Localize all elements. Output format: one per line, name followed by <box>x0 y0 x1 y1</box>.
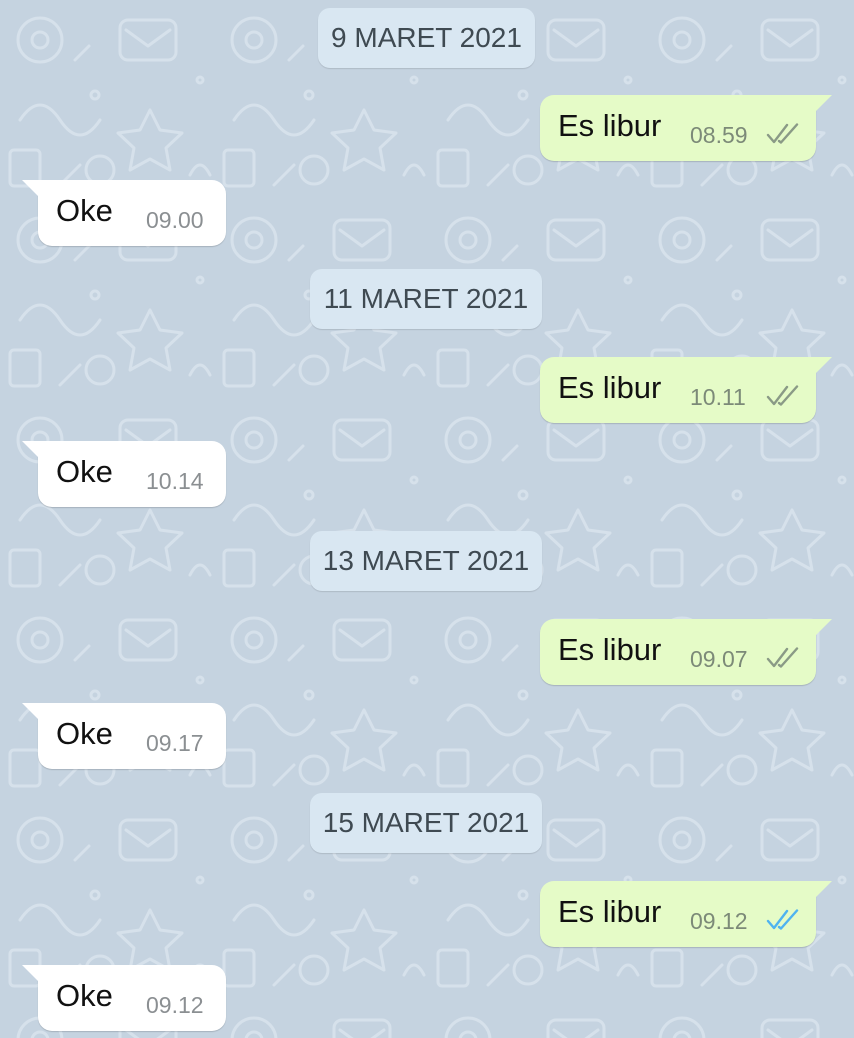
date-separator: 13 MARET 2021 <box>310 531 542 591</box>
message-time: 09.12 <box>146 992 204 1018</box>
date-separator: 11 MARET 2021 <box>310 269 542 329</box>
message-time: 09.00 <box>146 207 204 233</box>
bubble-tail <box>814 619 832 637</box>
bubble-tail <box>814 95 832 113</box>
double-check-icon <box>766 647 802 669</box>
incoming-message[interactable]: Oke 09.00 <box>22 180 226 246</box>
double-check-read-icon <box>766 909 802 931</box>
incoming-message[interactable]: Oke 09.12 <box>22 965 226 1031</box>
message-time: 10.14 <box>146 468 204 494</box>
double-check-icon <box>766 123 802 145</box>
date-separator-label: 11 MARET 2021 <box>323 283 529 314</box>
message-text: Oke <box>56 978 113 1013</box>
message-time: 09.17 <box>146 730 204 756</box>
incoming-message[interactable]: Oke 09.17 <box>22 703 226 769</box>
message-text: Es libur <box>558 632 662 667</box>
double-check-icon <box>766 385 802 407</box>
message-text: Oke <box>56 193 113 228</box>
date-separator-label: 13 MARET 2021 <box>322 545 530 576</box>
message-text: Oke <box>56 716 113 751</box>
message-text: Es libur <box>558 370 662 405</box>
outgoing-message[interactable]: Es libur 10.11 <box>540 357 832 423</box>
message-time: 10.11 <box>690 384 746 410</box>
message-text: Es libur <box>558 894 662 929</box>
message-text: Oke <box>56 454 113 489</box>
outgoing-message[interactable]: Es libur 09.12 <box>540 881 832 947</box>
outgoing-message[interactable]: Es libur 08.59 <box>540 95 832 161</box>
bubble-tail <box>22 703 40 721</box>
outgoing-message[interactable]: Es libur 09.07 <box>540 619 832 685</box>
incoming-message[interactable]: Oke 10.14 <box>22 441 226 507</box>
bubble-tail <box>22 180 40 198</box>
date-separator-label: 9 MARET 2021 <box>331 22 522 53</box>
bubble-tail <box>814 881 832 899</box>
message-time: 08.59 <box>690 122 748 148</box>
message-time: 09.07 <box>690 646 748 672</box>
bubble-tail <box>22 965 40 983</box>
bubble-tail <box>814 357 832 375</box>
bubble-tail <box>22 441 40 459</box>
date-separator: 9 MARET 2021 <box>318 8 535 68</box>
message-time: 09.12 <box>690 908 748 934</box>
chat-thread: 9 MARET 2021 Es libur 08.59 Oke 09.00 11… <box>0 0 854 1038</box>
message-text: Es libur <box>558 108 662 143</box>
date-separator: 15 MARET 2021 <box>310 793 542 853</box>
date-separator-label: 15 MARET 2021 <box>322 807 530 838</box>
